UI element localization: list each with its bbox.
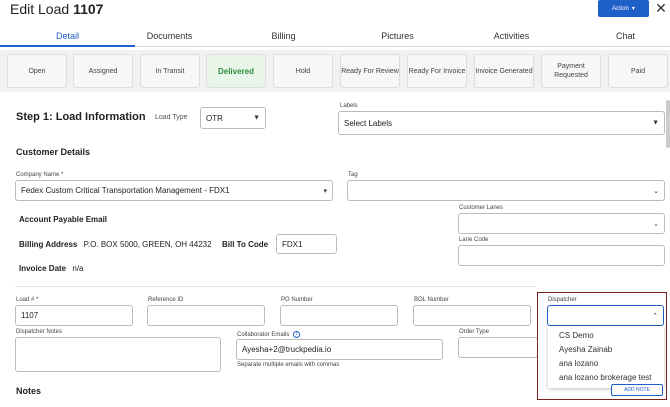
dispatcher-notes-label: Dispatcher Notes	[16, 329, 63, 335]
status-bar: Open Assigned In Transit Delivered Hold …	[0, 50, 670, 92]
dispatcher-option[interactable]: Ayesha Zainab	[559, 345, 612, 354]
status-in-transit[interactable]: In Transit	[140, 54, 200, 88]
customer-lanes-select[interactable]: ⌄	[458, 213, 665, 234]
tab-bar: Detail Documents Billing Pictures Activi…	[0, 26, 670, 47]
caret-down-icon: ▾	[323, 187, 327, 195]
po-number-label: PO Number	[281, 297, 313, 303]
po-number-input[interactable]	[280, 305, 398, 326]
bill-to-code-input[interactable]: FDX1	[276, 234, 337, 254]
reference-id-label: Reference ID	[148, 297, 184, 303]
lane-code-input[interactable]	[458, 245, 665, 266]
lane-code-label: Lane Code	[459, 237, 489, 243]
labels-select[interactable]: Select Labels ▼	[338, 111, 665, 135]
load-type-select[interactable]: OTR ▼	[200, 107, 266, 129]
tag-select[interactable]: ⌄	[347, 180, 665, 201]
chevron-down-icon: ⌄	[653, 220, 659, 228]
dispatcher-label: Dispatcher	[548, 297, 577, 303]
scrollbar[interactable]	[666, 100, 670, 148]
chevron-down-icon: ▾	[631, 6, 635, 12]
status-assigned[interactable]: Assigned	[73, 54, 133, 88]
order-type-label: Order Type	[459, 329, 489, 335]
load-type-label: Load Type	[155, 114, 188, 121]
company-name-label: Company Name *	[16, 172, 64, 178]
chevron-down-icon: ▼	[652, 119, 659, 127]
collaborator-emails-label: Collaborator Emails i	[237, 331, 301, 338]
status-hold[interactable]: Hold	[273, 54, 333, 88]
company-name-select[interactable]: Fedex Custom Critical Transportation Man…	[15, 180, 333, 201]
invoice-date: Invoice Date n/a	[19, 264, 84, 273]
load-no-input[interactable]: 1107	[15, 305, 133, 326]
chevron-down-icon: ⌄	[653, 187, 659, 195]
close-icon[interactable]: ✕	[654, 0, 668, 17]
page-title: Edit Load 1107	[10, 1, 104, 17]
notes-title: Notes	[16, 386, 42, 396]
dispatcher-option[interactable]: ana lozano	[559, 359, 598, 368]
labels-label: Labels	[340, 103, 358, 109]
status-open[interactable]: Open	[7, 54, 67, 88]
status-ready-for-review[interactable]: Ready For Review	[340, 54, 400, 88]
customer-lanes-label: Customer Lanes	[459, 205, 504, 211]
billing-address: Billing Address P.O. BOX 5000, GREEN, OH…	[19, 240, 212, 249]
dispatcher-select[interactable]: ⌃	[547, 305, 664, 326]
load-no-label: Load # *	[16, 297, 39, 303]
dispatcher-notes-textarea[interactable]	[15, 337, 221, 372]
status-ready-for-invoice[interactable]: Ready For Invoice	[407, 54, 467, 88]
ap-email-label: Account Payable Email	[19, 215, 108, 224]
info-icon[interactable]: i	[293, 331, 301, 338]
dispatcher-options-list: CS Demo Ayesha Zainab ana lozano ana loz…	[548, 326, 664, 388]
section-divider	[15, 286, 535, 287]
status-invoice-generated[interactable]: Invoice Generated	[474, 54, 534, 88]
collaborator-emails-input[interactable]: Ayesha+2@truckpedia.io	[236, 339, 443, 360]
bill-to-code-label: Bill To Code	[222, 240, 269, 249]
bol-number-label: BOL Number	[414, 297, 449, 303]
status-delivered[interactable]: Delivered	[206, 54, 266, 88]
dispatcher-option[interactable]: CS Demo	[559, 331, 594, 340]
tag-label: Tag	[348, 172, 358, 178]
status-payment-requested[interactable]: Payment Requested	[541, 54, 601, 88]
bol-number-input[interactable]	[413, 305, 531, 326]
customer-details-title: Customer Details	[16, 147, 91, 157]
collaborator-hint: Separate multiple emails with commas	[237, 362, 340, 368]
reference-id-input[interactable]	[147, 305, 265, 326]
chevron-down-icon: ▼	[253, 114, 260, 122]
add-note-button[interactable]: ADD NOTE	[611, 384, 663, 396]
dispatcher-option[interactable]: ana lozano brokerage test	[559, 373, 652, 382]
tab-chat[interactable]: Chat	[558, 26, 670, 47]
action-button[interactable]: Action ▾	[598, 0, 649, 17]
step1-title: Step 1: Load Information	[16, 111, 146, 123]
order-type-select[interactable]	[458, 337, 538, 358]
status-paid[interactable]: Paid	[608, 54, 668, 88]
chevron-up-icon: ⌃	[652, 312, 658, 320]
